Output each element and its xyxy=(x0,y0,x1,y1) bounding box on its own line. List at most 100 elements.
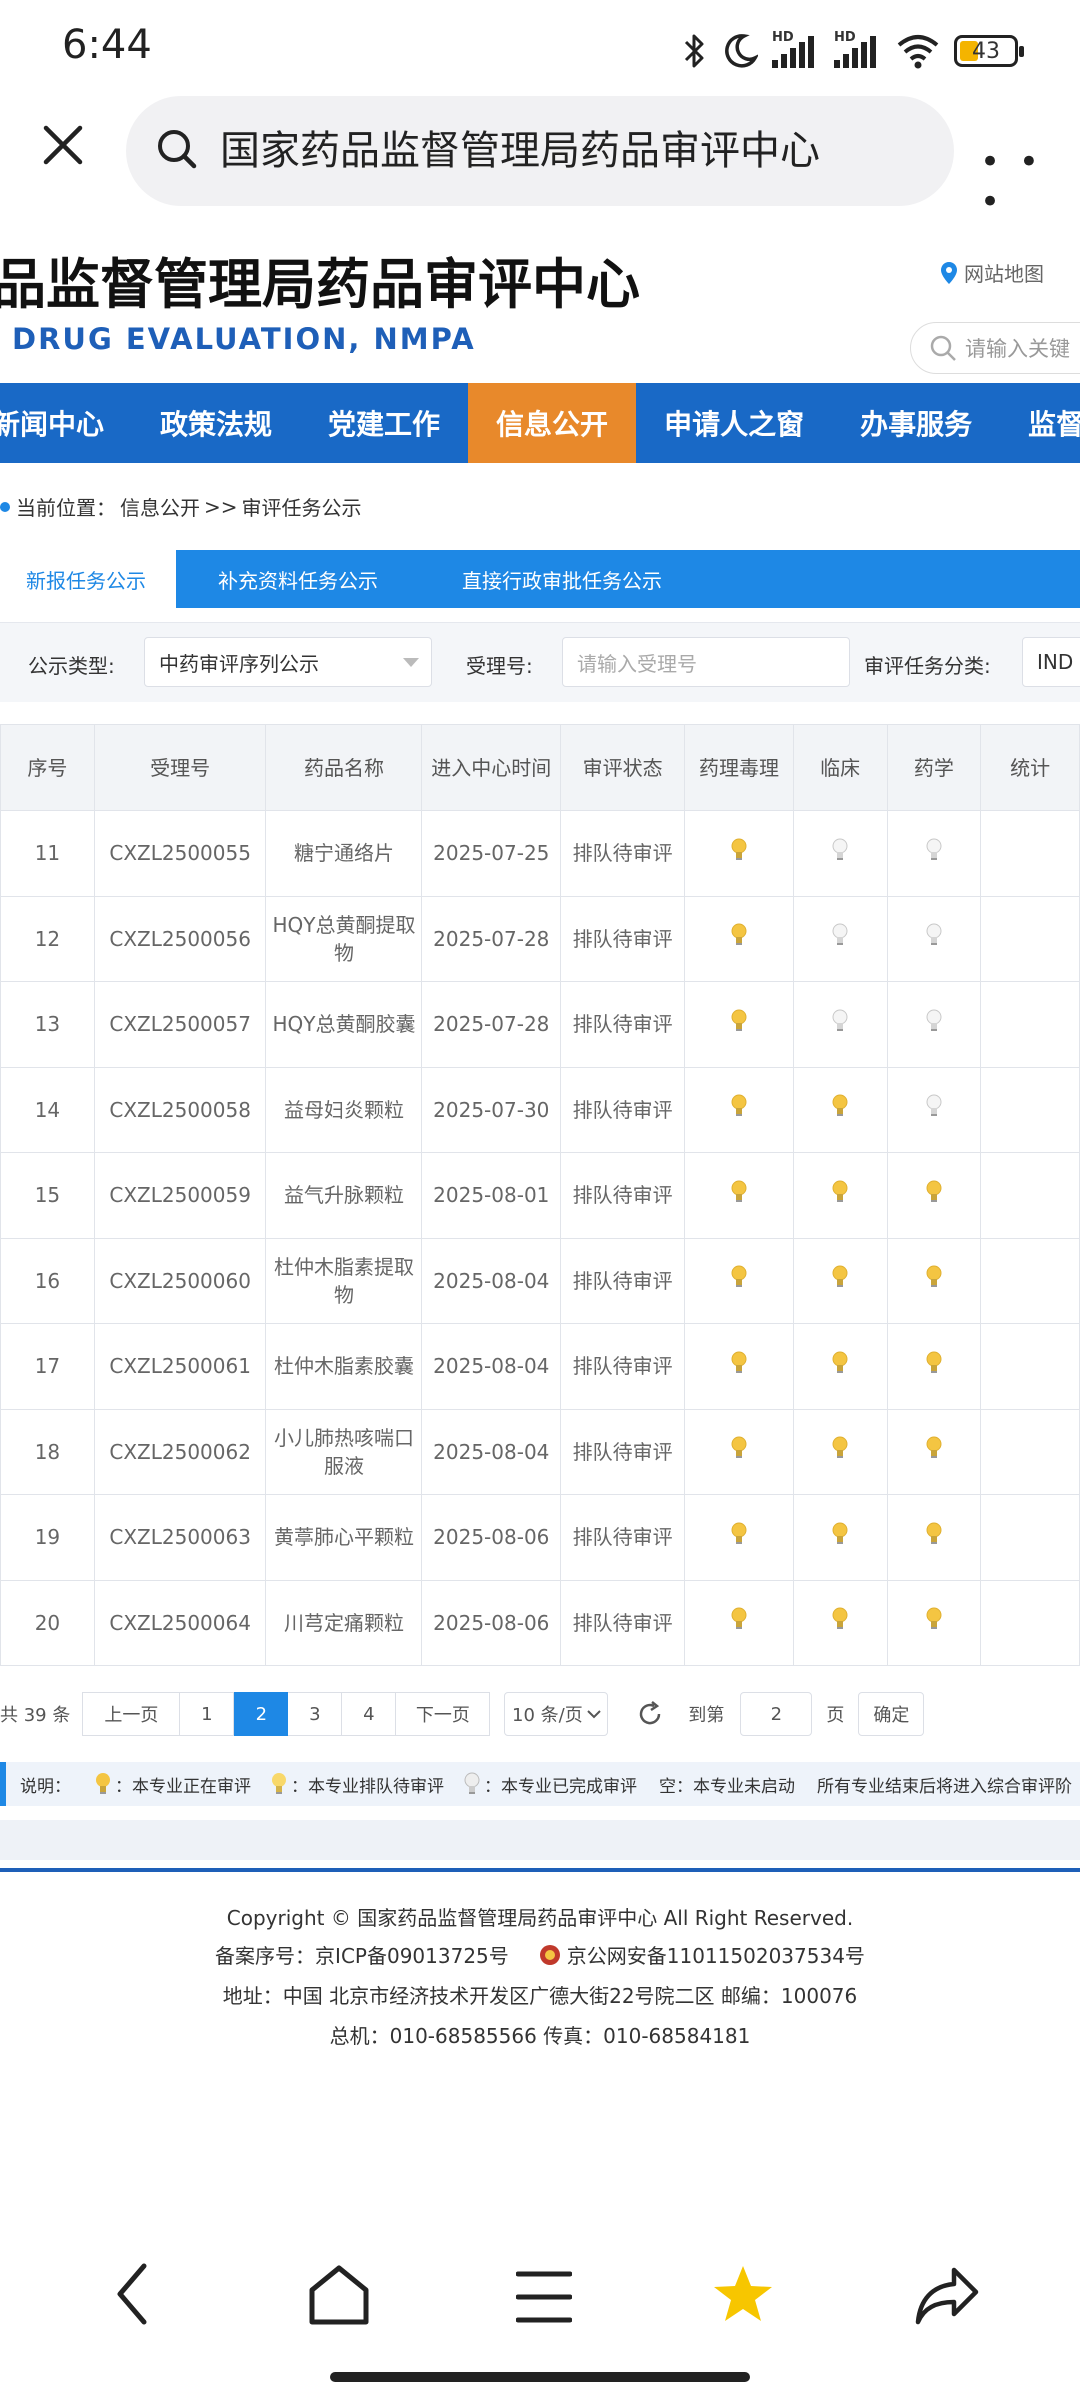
police-link[interactable]: 京公网安备11011502037534号 xyxy=(539,1940,865,1969)
pagination: 共 39 条 上一页 1 2 3 4 下一页 10 条/页 到第 2 页 确定 xyxy=(0,1692,925,1736)
page-size-select[interactable]: 10 条/页 xyxy=(504,1692,609,1736)
page-2-button[interactable]: 2 xyxy=(234,1692,289,1736)
breadcrumb: 当前位置： 信息公开 >> 审评任务公示 xyxy=(0,492,362,521)
site-search-placeholder: 请输入关键 xyxy=(965,337,1070,361)
table-row[interactable]: 13 CXZL2500057 HQY总黄酮胶囊 2025-07-28 排队待审评 xyxy=(0,981,1080,1068)
nav-item-policy[interactable]: 政策法规 xyxy=(132,383,300,463)
home-indicator[interactable] xyxy=(330,2372,750,2382)
refresh-icon[interactable] xyxy=(636,1700,664,1728)
cell-accept-no: CXZL2500056 xyxy=(93,895,267,982)
table-row[interactable]: 19 CXZL2500063 黄葶肺心平颗粒 2025-08-06 排队待审评 xyxy=(0,1494,1080,1581)
cell-pharm-tox xyxy=(684,1494,794,1581)
cell-no: 11 xyxy=(0,810,95,897)
tab-new-tasks[interactable]: 新报任务公示 xyxy=(0,550,176,608)
nav-item-supervision[interactable]: 监督 xyxy=(1000,383,1080,463)
share-icon[interactable] xyxy=(914,2264,980,2326)
page-1-button[interactable]: 1 xyxy=(180,1692,235,1736)
cell-pharmacy xyxy=(886,1494,982,1581)
category-label: 审评任务分类: xyxy=(864,654,991,678)
col-header-no: 序号 xyxy=(0,724,95,811)
next-page-button[interactable]: 下一页 xyxy=(396,1692,491,1736)
bulb-off-icon xyxy=(464,1772,480,1794)
cell-drug-name: HQY总黄酮胶囊 xyxy=(265,981,423,1068)
cell-pharm-tox xyxy=(684,1323,794,1410)
table-row[interactable]: 11 CXZL2500055 糖宁通络片 2025-07-25 排队待审评 xyxy=(0,810,1080,897)
prev-page-button[interactable]: 上一页 xyxy=(82,1692,181,1736)
col-header-accept-no: 受理号 xyxy=(93,724,267,811)
address-search-text[interactable]: 国家药品监督管理局药品审评中心 xyxy=(220,126,820,176)
cell-pharm-tox xyxy=(684,1066,794,1153)
cell-drug-name: 杜仲木脂素胶囊 xyxy=(265,1323,423,1410)
bulb-lit-icon xyxy=(832,1351,848,1373)
task-table: 序号 受理号 药品名称 进入中心时间 审评状态 药理毒理 临床 药学 统计 11… xyxy=(0,724,1080,1666)
breadcrumb-info-public[interactable]: 信息公开 xyxy=(120,492,200,521)
cell-drug-name: 糖宁通络片 xyxy=(265,810,423,897)
cell-statistics xyxy=(980,1579,1080,1666)
cell-drug-name: 川芎定痛颗粒 xyxy=(265,1579,423,1666)
close-icon[interactable] xyxy=(38,120,88,170)
home-icon[interactable] xyxy=(306,2262,372,2328)
icp-link[interactable]: 备案序号：京ICP备09013725号 xyxy=(215,1940,509,1969)
bulb-off-icon xyxy=(832,1009,848,1031)
status-icons: HD HD 43 xyxy=(682,26,1024,76)
nav-item-applicant[interactable]: 申请人之窗 xyxy=(636,383,832,463)
cell-clinical xyxy=(792,1152,888,1239)
menu-icon[interactable] xyxy=(516,2270,572,2324)
cell-drug-name: 小儿肺热咳喘口服液 xyxy=(265,1408,423,1495)
type-select-value: 中药审评序列公示 xyxy=(159,651,319,676)
breadcrumb-separator: >> xyxy=(204,494,238,519)
bulb-lit-icon xyxy=(832,1180,848,1202)
bulb-lit-icon xyxy=(731,1094,747,1117)
category-select[interactable]: IND xyxy=(1022,637,1080,687)
cell-no: 12 xyxy=(0,895,95,982)
table-row[interactable]: 12 CXZL2500056 HQY总黄酮提取物 2025-07-28 排队待审评 xyxy=(0,895,1080,982)
sitemap-link[interactable]: 网站地图 xyxy=(940,258,1044,287)
tab-direct-approval-tasks[interactable]: 直接行政审批任务公示 xyxy=(420,550,704,608)
bulb-off-icon xyxy=(926,923,942,946)
more-menu-button[interactable]: • • • xyxy=(980,142,1080,222)
bulb-lit-icon xyxy=(832,1522,848,1544)
cell-pharm-tox xyxy=(684,981,794,1068)
cell-pharm-tox xyxy=(684,895,794,982)
col-header-entry-time: 进入中心时间 xyxy=(421,724,562,811)
table-row[interactable]: 17 CXZL2500061 杜仲木脂素胶囊 2025-08-04 排队待审评 xyxy=(0,1323,1080,1410)
nav-item-services[interactable]: 办事服务 xyxy=(832,383,1000,463)
cell-accept-no: CXZL2500058 xyxy=(93,1066,267,1153)
page-3-button[interactable]: 3 xyxy=(288,1692,343,1736)
table-row[interactable]: 16 CXZL2500060 杜仲木脂素提取物 2025-08-04 排队待审评 xyxy=(0,1237,1080,1324)
cell-no: 14 xyxy=(0,1066,95,1153)
page-4-button[interactable]: 4 xyxy=(342,1692,397,1736)
type-label: 公示类型: xyxy=(28,654,115,678)
type-select[interactable]: 中药审评序列公示 xyxy=(144,637,432,687)
back-icon[interactable] xyxy=(110,2262,160,2326)
cell-status: 排队待审评 xyxy=(560,1579,686,1666)
bulb-lit-icon xyxy=(731,1009,747,1031)
cell-drug-name: 黄葶肺心平颗粒 xyxy=(265,1494,423,1581)
accept-number-input[interactable]: 请输入受理号 xyxy=(562,637,850,687)
cell-clinical xyxy=(792,895,888,982)
breadcrumb-current: 审评任务公示 xyxy=(241,496,362,520)
battery-icon: 43 xyxy=(954,35,1024,67)
breadcrumb-label: 当前位置： xyxy=(16,496,116,520)
cell-statistics xyxy=(980,1237,1080,1324)
cell-no: 20 xyxy=(0,1579,95,1666)
cell-pharmacy xyxy=(886,810,982,897)
section-divider xyxy=(0,1820,1080,1860)
table-row[interactable]: 20 CXZL2500064 川芎定痛颗粒 2025-08-06 排队待审评 xyxy=(0,1579,1080,1666)
table-row[interactable]: 15 CXZL2500059 益气升脉颗粒 2025-08-01 排队待审评 xyxy=(0,1152,1080,1239)
nav-item-info-public[interactable]: 信息公开 xyxy=(468,383,637,463)
goto-page-input[interactable]: 2 xyxy=(740,1692,813,1736)
table-row[interactable]: 18 CXZL2500062 小儿肺热咳喘口服液 2025-08-04 排队待审评 xyxy=(0,1408,1080,1495)
nav-item-party[interactable]: 党建工作 xyxy=(300,383,468,463)
table-row[interactable]: 14 CXZL2500058 益母妇炎颗粒 2025-07-30 排队待审评 xyxy=(0,1066,1080,1153)
site-search-input[interactable]: 请输入关键 xyxy=(910,322,1080,374)
tab-supplement-tasks[interactable]: 补充资料任务公示 xyxy=(176,550,420,608)
cell-entry-time: 2025-08-04 xyxy=(421,1237,562,1324)
cell-clinical xyxy=(792,1408,888,1495)
cell-pharmacy xyxy=(886,1579,982,1666)
cell-no: 18 xyxy=(0,1408,95,1495)
nav-item-news[interactable]: 新闻中心 xyxy=(0,383,132,463)
goto-confirm-button[interactable]: 确定 xyxy=(858,1692,925,1736)
cell-clinical xyxy=(792,1066,888,1153)
star-icon[interactable] xyxy=(710,2262,776,2328)
